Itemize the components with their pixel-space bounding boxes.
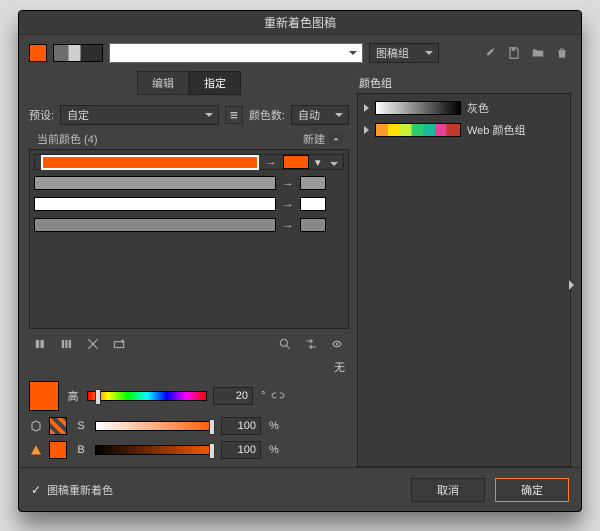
color-group-strip[interactable] [53,44,103,62]
hue-input[interactable]: 20 [213,387,253,405]
group-swatch-web [375,123,461,137]
right-column: 颜色组 灰色 Web 颜色组 [357,71,571,467]
current-color-bar[interactable] [34,218,276,232]
separate-rows-icon[interactable] [57,335,77,353]
color-count-select[interactable]: 自动 [291,105,349,125]
hsb-h-label: 高 [65,388,81,404]
current-color-bar[interactable] [34,176,276,190]
sat-row: S 100 % [29,417,349,435]
bri-input[interactable]: 100 [221,441,261,459]
list-tools-row [29,329,349,359]
dialog-title: 重新着色图稿 [264,14,336,31]
link-hsb-icon[interactable] [271,389,285,403]
dialog-body: 编辑 指定 预设: 自定 颜色数: 自动 当前颜色 (4) 新建 [19,67,581,467]
group-swatch-grey [375,101,461,115]
sat-slider-thumb[interactable] [209,419,215,435]
mode-tabs: 编辑 指定 [29,71,349,95]
hue-row: 高 20 ° [29,381,349,411]
gamut-warning-icon[interactable] [29,443,43,457]
group-label: 灰色 [467,100,489,116]
trash-icon[interactable] [553,44,571,62]
color-row-3[interactable]: → [34,196,344,212]
color-list-header: 当前颜色 (4) 新建 [29,129,349,149]
hue-slider-thumb[interactable] [95,389,101,405]
color-row-1[interactable]: → ▾ [34,154,344,170]
color-row-2[interactable]: → [34,175,344,191]
cube-icon [29,419,43,433]
bri-row: B 100 % [29,441,349,459]
preset-select[interactable]: 自定 [60,105,219,125]
target-color-swatch[interactable] [300,197,326,211]
preset-options-icon[interactable] [225,106,243,124]
map-arrow-icon: → [282,198,294,210]
recolor-checkbox[interactable]: ✓ 图稿重新着色 [31,482,113,498]
eyedropper-icon[interactable] [481,44,499,62]
current-colors-label: 当前颜色 (4) [37,131,98,147]
preset-label: 预设: [29,107,54,123]
folder-icon[interactable] [529,44,547,62]
find-color-icon[interactable] [275,335,295,353]
color-group-item-web[interactable]: Web 颜色组 [360,120,568,140]
sat-input[interactable]: 100 [221,417,261,435]
artwork-group-select[interactable]: 图稿组 [369,43,439,63]
selected-color-swatch[interactable] [29,381,59,411]
target-color-swatch[interactable] [300,218,326,232]
checkmark-icon: ✓ [31,483,41,497]
disclosure-icon[interactable] [364,104,369,112]
map-arrow-icon: → [282,219,294,231]
cancel-button[interactable]: 取消 [411,478,485,502]
color-groups-list: 灰色 Web 颜色组 [357,93,571,467]
group-label: Web 颜色组 [467,122,525,138]
left-column: 编辑 指定 预设: 自定 颜色数: 自动 当前颜色 (4) 新建 [29,71,349,467]
recolor-artwork-dialog: { "title": "重新着色图稿", "top": { "group_sel… [18,10,582,512]
color-list: → ▾ → → → [29,149,349,329]
bri-slider-thumb[interactable] [209,443,215,459]
none-label: 无 [29,359,349,379]
target-color-swatch[interactable] [283,155,309,169]
hsb-b-label: B [73,444,89,456]
target-color-swatch[interactable] [300,176,326,190]
map-arrow-icon: → [265,156,277,168]
hsb-panel: 高 20 ° S 100 % B [29,381,349,459]
save-group-icon[interactable] [505,44,523,62]
new-column-menu-icon[interactable] [329,132,343,146]
current-color-bar[interactable] [41,155,259,170]
tab-assign[interactable]: 指定 [189,71,241,95]
color-group-name-input[interactable] [109,43,363,63]
active-art-swatch[interactable] [29,44,47,62]
sat-unit: % [269,420,279,432]
hue-slider[interactable] [87,391,207,401]
randomize-sat-icon[interactable] [327,335,347,353]
out-of-web-swatch[interactable] [49,417,67,435]
color-count-label: 颜色数: [249,107,285,123]
hue-unit: ° [261,390,265,402]
footer-buttons: 取消 确定 [411,478,569,502]
in-gamut-swatch[interactable] [49,441,67,459]
titlebar: 重新着色图稿 [19,11,581,35]
bri-unit: % [269,444,279,456]
ok-button[interactable]: 确定 [495,478,569,502]
disclosure-icon[interactable] [364,126,369,134]
hsb-s-label: S [73,420,89,432]
panel-expand-icon[interactable] [569,280,574,290]
merge-rows-icon[interactable] [31,335,51,353]
artwork-group-select-label: 图稿组 [376,45,409,61]
current-color-bar[interactable] [34,197,276,211]
top-row: 图稿组 [19,35,581,67]
preset-row: 预设: 自定 颜色数: 自动 [29,105,349,125]
color-row-4[interactable]: → [34,217,344,233]
dialog-footer: ✓ 图稿重新着色 取消 确定 [19,467,581,511]
new-column-label: 新建 [303,131,325,147]
sat-slider[interactable] [95,421,215,431]
new-row-icon[interactable] [109,335,129,353]
bri-slider[interactable] [95,445,215,455]
tab-edit[interactable]: 编辑 [137,71,189,95]
randomize-order-icon[interactable] [301,335,321,353]
exclude-row-icon[interactable] [83,335,103,353]
recolor-checkbox-label: 图稿重新着色 [47,482,113,498]
row-options-icon[interactable]: ▾ [315,156,327,168]
color-groups-title: 颜色组 [359,75,571,91]
map-arrow-icon: → [282,177,294,189]
color-group-item-grey[interactable]: 灰色 [360,98,568,118]
